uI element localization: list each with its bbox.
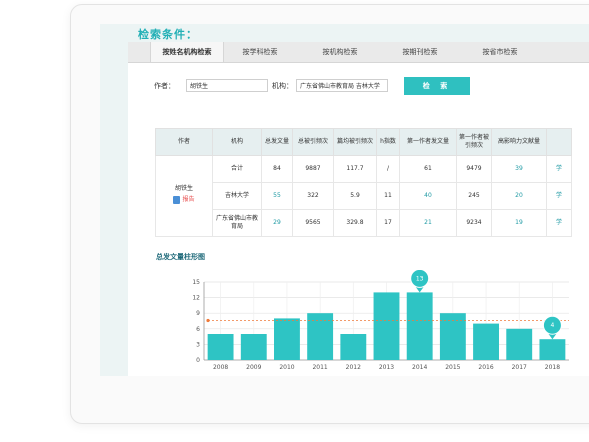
org-input[interactable]: 广东省佛山市教育局 吉林大学	[296, 79, 388, 92]
cell-h: 11	[376, 182, 400, 210]
x-tick-label: 2017	[512, 364, 527, 371]
y-tick-label: 0	[196, 357, 200, 364]
cell-avg: 117.7	[333, 155, 377, 183]
min-marker-label: 4	[550, 322, 554, 329]
search-panel: 按姓名机构检索 按学科检索 按机构检索 按期刊检索 按省市检索 作者： 胡铁生 …	[128, 42, 589, 376]
bar	[240, 334, 267, 360]
bar	[207, 334, 234, 360]
cell-extra[interactable]: 学	[546, 209, 572, 237]
table-row: 胡铁生 报告 合计 84 9887 117.7 / 61 9479 39 学	[155, 155, 572, 237]
x-tick-label: 2012	[346, 364, 361, 371]
x-tick-label: 2016	[478, 364, 493, 371]
x-tick-label: 2008	[213, 364, 228, 371]
cell-total[interactable]: 55	[261, 182, 293, 210]
bar	[473, 323, 499, 360]
author-label: 作者：	[154, 82, 175, 90]
chart-title: 总发文量柱形图	[156, 253, 205, 261]
bar	[539, 339, 566, 360]
cell-extra[interactable]: 学	[546, 182, 572, 210]
col-h: h指数	[376, 128, 400, 156]
cell-first-cites: 245	[456, 182, 492, 210]
cell-avg: 5.9	[333, 182, 377, 210]
cell-cites: 9565	[292, 209, 334, 237]
report-icon	[173, 196, 181, 204]
bar	[406, 292, 433, 360]
bar	[274, 318, 300, 360]
cell-high[interactable]: 39	[491, 155, 547, 183]
org-label: 机构：	[272, 82, 293, 90]
cell-h: 17	[376, 209, 400, 237]
report-link[interactable]: 报告	[173, 196, 195, 204]
y-tick-label: 12	[192, 295, 200, 302]
cell-avg: 329.8	[333, 209, 377, 237]
app-screen: 检索条件： 按姓名机构检索 按学科检索 按机构检索 按期刊检索 按省市检索 作者…	[100, 24, 589, 376]
report-label: 报告	[182, 196, 195, 203]
cell-org: 吉林大学	[212, 182, 262, 210]
table-header-row: 作者 机构 总发文量 总被引频次 篇均被引频次 h指数 第一作者发文量 第一作者…	[155, 128, 572, 156]
bar	[506, 328, 533, 360]
y-tick-label: 9	[196, 310, 200, 317]
cell-first-cites: 9479	[456, 155, 492, 183]
cell-high[interactable]: 20	[491, 182, 547, 210]
author-cell: 胡铁生 报告	[155, 155, 213, 237]
cell-first[interactable]: 40	[399, 182, 457, 210]
col-high: 高影响力文献量	[491, 128, 547, 156]
x-tick-label: 2018	[545, 364, 560, 371]
col-first: 第一作者发文量	[399, 128, 457, 156]
tab-bar: 按姓名机构检索 按学科检索 按机构检索 按期刊检索 按省市检索	[128, 42, 589, 63]
cell-total: 84	[261, 155, 293, 183]
col-avg: 篇均被引频次	[333, 128, 377, 156]
section-title: 检索条件：	[138, 28, 198, 41]
average-marker	[206, 318, 210, 323]
x-tick-label: 2014	[412, 364, 427, 371]
bar	[373, 292, 400, 360]
cell-first: 61	[399, 155, 457, 183]
y-tick-label: 6	[196, 326, 200, 333]
col-first-cites: 第一作者被引频次	[456, 128, 492, 156]
author-input[interactable]: 胡铁生	[186, 79, 268, 92]
bar-chart: 0 3 6 9 12 15 2008 2009 2010 2011 2012 2013 2014 2015…	[192, 270, 569, 371]
search-button[interactable]: 检 索	[404, 77, 470, 95]
results-table: 作者 机构 总发文量 总被引频次 篇均被引频次 h指数 第一作者发文量 第一作者…	[155, 128, 572, 237]
cell-first-cites: 9234	[456, 209, 492, 237]
x-tick-label: 2013	[379, 364, 394, 371]
cell-h: /	[376, 155, 400, 183]
cell-cites: 9887	[292, 155, 334, 183]
tab-institution[interactable]: 按机构检索	[308, 42, 372, 62]
cell-high[interactable]: 19	[491, 209, 547, 237]
x-tick-label: 2010	[279, 364, 294, 371]
cell-extra[interactable]: 学	[546, 155, 572, 183]
cell-org: 合计	[212, 155, 262, 183]
col-extra	[546, 128, 572, 156]
max-marker-label: 13	[416, 275, 424, 282]
y-tick-label: 15	[192, 279, 200, 286]
x-tick-label: 2015	[445, 364, 460, 371]
col-total: 总发文量	[261, 128, 293, 156]
author-name[interactable]: 胡铁生	[158, 185, 210, 193]
cell-cites: 322	[292, 182, 334, 210]
col-author: 作者	[155, 128, 213, 156]
tab-journal[interactable]: 按期刊检索	[388, 42, 452, 62]
table-row: 吉林大学 55 322 5.9 11 40 245 20 学	[156, 182, 572, 210]
bar	[340, 334, 367, 360]
tab-subject[interactable]: 按学科检索	[228, 42, 292, 62]
col-org: 机构	[212, 128, 262, 156]
cell-total[interactable]: 29	[261, 209, 293, 237]
col-cites: 总被引频次	[292, 128, 334, 156]
tab-province[interactable]: 按省市检索	[468, 42, 532, 62]
cell-org: 广东省佛山市教育局	[212, 209, 262, 237]
tab-name-org[interactable]: 按姓名机构检索	[150, 42, 224, 62]
x-tick-label: 2011	[312, 364, 327, 371]
cell-first[interactable]: 21	[399, 209, 457, 237]
table-row: 广东省佛山市教育局 29 9565 329.8 17 21 9234 19 学	[156, 209, 572, 237]
y-tick-label: 3	[196, 341, 200, 348]
x-tick-label: 2009	[246, 364, 261, 371]
